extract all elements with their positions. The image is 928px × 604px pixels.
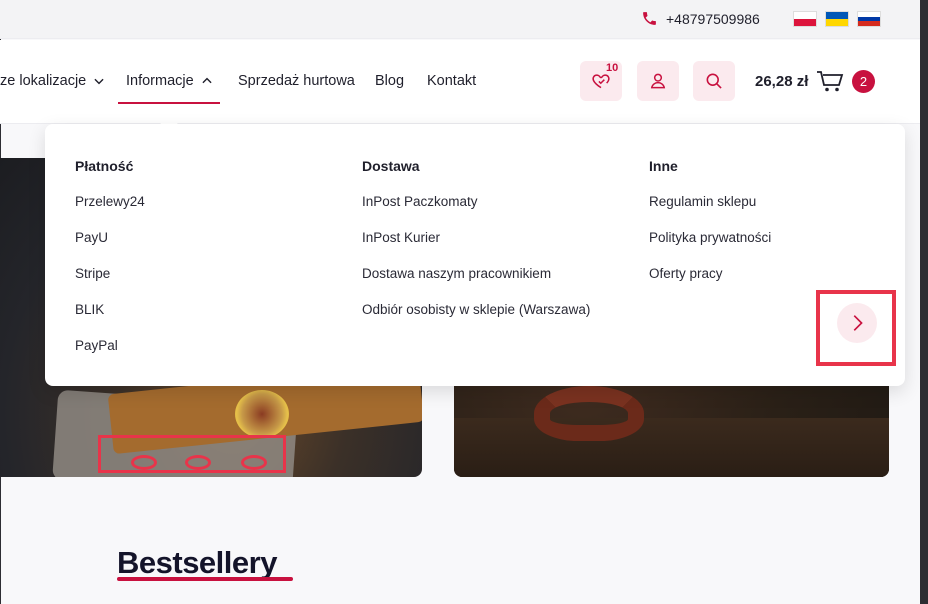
chevron-right-icon: [853, 315, 863, 331]
banner-decoration: [454, 418, 889, 477]
phone-icon: [643, 12, 656, 25]
window-right-edge: [920, 0, 928, 604]
user-icon: [650, 73, 666, 89]
account-button[interactable]: [637, 61, 679, 101]
dropdown-link[interactable]: Oferty pracy: [649, 266, 771, 302]
heart-check-icon: [592, 74, 610, 89]
dropdown-column-inne: Inne Regulamin sklepu Polityka prywatnoś…: [649, 158, 771, 302]
flag-ru-icon[interactable]: [857, 11, 881, 27]
dropdown-link[interactable]: PayU: [75, 230, 145, 266]
banner-decoration: [235, 390, 289, 438]
cart-count-badge[interactable]: 2: [852, 70, 875, 93]
chevron-up-icon: [202, 77, 212, 84]
language-switcher: [793, 11, 881, 27]
nav-item-blog[interactable]: Blog: [375, 73, 404, 89]
dropdown-link[interactable]: Stripe: [75, 266, 145, 302]
cart-total[interactable]: 26,28 zł: [755, 73, 808, 90]
dropdown-link[interactable]: Odbiór osobisty w sklepie (Warszawa): [362, 302, 590, 338]
nav-item-informacje[interactable]: Informacje: [126, 73, 214, 89]
chevron-down-icon: [94, 78, 104, 85]
informacje-dropdown: Płatność Przelewy24 PayU Stripe BLIK Pay…: [45, 124, 905, 386]
dropdown-link[interactable]: InPost Paczkomaty: [362, 194, 590, 230]
dropdown-link[interactable]: Regulamin sklepu: [649, 194, 771, 230]
nav-item-label: Kontakt: [427, 73, 477, 89]
dropdown-link[interactable]: BLIK: [75, 302, 145, 338]
nav-active-indicator: [118, 102, 220, 104]
carousel-dot[interactable]: [185, 455, 211, 470]
search-button[interactable]: [693, 61, 735, 101]
wishlist-count: 10: [606, 62, 619, 74]
dropdown-link[interactable]: InPost Kurier: [362, 230, 590, 266]
main-header: ze lokalizacje Informacje Sprzedaż hurto…: [0, 40, 920, 124]
search-icon: [706, 73, 722, 89]
banner-decoration: [534, 386, 644, 441]
section-title: Bestsellery: [117, 545, 277, 580]
column-title: Dostawa: [362, 158, 420, 174]
phone-link[interactable]: +48797509986: [641, 10, 760, 27]
dropdown-link[interactable]: PayPal: [75, 338, 145, 374]
flag-ua-icon[interactable]: [825, 11, 849, 27]
nav-item-label: Informacje: [126, 73, 194, 89]
carousel-next-button[interactable]: [837, 303, 877, 343]
dropdown-link[interactable]: Polityka prywatności: [649, 230, 771, 266]
dropdown-link[interactable]: Dostawa naszym pracownikiem: [362, 266, 590, 302]
cart-icon[interactable]: [816, 69, 844, 93]
dropdown-column-dostawa: Dostawa InPost Paczkomaty InPost Kurier …: [362, 158, 590, 338]
column-title: Płatność: [75, 158, 134, 174]
flag-pl-icon[interactable]: [793, 11, 817, 27]
carousel-dot[interactable]: [131, 455, 157, 470]
dropdown-link[interactable]: Przelewy24: [75, 194, 145, 230]
nav-item-lokalizacje[interactable]: ze lokalizacje: [0, 73, 106, 89]
nav-item-label: Blog: [375, 73, 405, 89]
section-title-underline: [117, 577, 293, 581]
carousel-dot[interactable]: [241, 455, 267, 470]
nav-item-kontakt[interactable]: Kontakt: [427, 73, 476, 89]
nav-item-sprzedaz-hurtowa[interactable]: Sprzedaż hurtowa: [238, 73, 355, 89]
column-title: Inne: [649, 158, 678, 174]
phone-number: +48797509986: [666, 10, 760, 27]
top-bar: +48797509986: [0, 0, 920, 39]
dropdown-column-platnosc: Płatność Przelewy24 PayU Stripe BLIK Pay…: [75, 158, 145, 374]
nav-item-label: Sprzedaż hurtowa: [238, 73, 355, 89]
nav-item-label: ze lokalizacje: [0, 73, 87, 89]
